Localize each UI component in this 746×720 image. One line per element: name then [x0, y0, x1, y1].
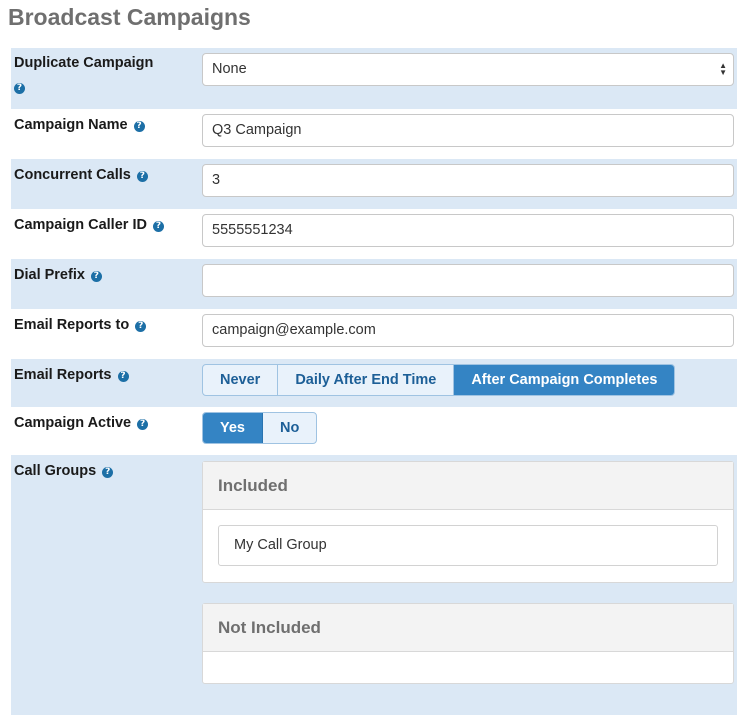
email-reports-to-input[interactable]: campaign@example.com: [202, 314, 734, 347]
included-call-group-item[interactable]: My Call Group: [218, 525, 718, 566]
help-icon[interactable]: ?: [152, 221, 164, 232]
not-included-panel: Not Included: [202, 603, 734, 684]
caller-id-value: 5555551234: [212, 222, 293, 238]
campaign-active-button-group: Yes No: [202, 412, 318, 444]
included-panel: Included My Call Group: [202, 461, 734, 583]
included-heading: Included: [203, 462, 733, 510]
dial-prefix-label-text: Dial Prefix: [14, 267, 85, 283]
duplicate-campaign-select[interactable]: None ▲ ▼: [202, 53, 734, 86]
concurrent-calls-label: Concurrent Calls?: [14, 167, 148, 183]
row-concurrent-calls: Concurrent Calls? 3: [11, 159, 737, 209]
duplicate-campaign-value: None: [212, 61, 247, 77]
campaign-name-label-text: Campaign Name: [14, 117, 128, 133]
row-email-reports: Email Reports? Never Daily After End Tim…: [11, 359, 737, 407]
row-caller-id: Campaign Caller ID? 5555551234: [11, 209, 737, 259]
duplicate-campaign-label-text: Duplicate Campaign: [14, 55, 154, 71]
help-icon[interactable]: ?: [117, 371, 129, 382]
email-reports-never-button[interactable]: Never: [203, 365, 279, 395]
help-icon[interactable]: ?: [102, 467, 114, 478]
campaign-active-label-text: Campaign Active: [14, 415, 132, 431]
help-icon[interactable]: ?: [14, 83, 25, 94]
row-call-groups: Call Groups? Included My Call Group Not …: [11, 455, 737, 715]
help-icon[interactable]: ?: [135, 321, 147, 332]
email-reports-label: Email Reports?: [14, 367, 129, 383]
email-reports-to-value: campaign@example.com: [212, 322, 376, 338]
concurrent-calls-input[interactable]: 3: [202, 164, 734, 197]
caller-id-label-text: Campaign Caller ID: [14, 217, 147, 233]
email-reports-label-text: Email Reports: [14, 367, 112, 383]
campaign-active-yes-button[interactable]: Yes: [203, 413, 263, 443]
row-email-reports-to: Email Reports to? campaign@example.com: [11, 309, 737, 359]
email-reports-button-group: Never Daily After End Time After Campaig…: [202, 364, 676, 396]
help-icon[interactable]: ?: [90, 271, 102, 282]
help-icon[interactable]: ?: [133, 121, 145, 132]
call-groups-label-text: Call Groups: [14, 463, 97, 479]
campaign-active-label: Campaign Active?: [14, 415, 149, 431]
call-groups-label: Call Groups?: [14, 463, 114, 479]
row-duplicate-campaign: Duplicate Campaign ? None ▲ ▼: [11, 48, 737, 109]
email-reports-to-label-text: Email Reports to: [14, 317, 130, 333]
duplicate-campaign-label: Duplicate Campaign: [14, 55, 153, 71]
select-arrows-icon: ▲ ▼: [719, 61, 727, 77]
campaign-name-value: Q3 Campaign: [212, 122, 302, 138]
row-dial-prefix: Dial Prefix?: [11, 259, 737, 309]
help-icon[interactable]: ?: [137, 419, 149, 430]
row-campaign-name: Campaign Name? Q3 Campaign: [11, 109, 737, 159]
email-reports-daily-button[interactable]: Daily After End Time: [278, 365, 455, 395]
caller-id-input[interactable]: 5555551234: [202, 214, 734, 247]
campaign-name-input[interactable]: Q3 Campaign: [202, 114, 734, 147]
email-reports-to-label: Email Reports to?: [14, 317, 147, 333]
not-included-heading: Not Included: [203, 604, 733, 652]
dial-prefix-input[interactable]: [202, 264, 734, 297]
email-reports-after-complete-button[interactable]: After Campaign Completes: [454, 365, 675, 395]
dial-prefix-label: Dial Prefix?: [14, 267, 102, 283]
row-campaign-active: Campaign Active? Yes No: [11, 407, 737, 455]
page-title: Broadcast Campaigns: [8, 4, 251, 30]
campaign-name-label: Campaign Name?: [14, 117, 145, 133]
caller-id-label: Campaign Caller ID?: [14, 217, 164, 233]
concurrent-calls-label-text: Concurrent Calls: [14, 167, 131, 183]
help-icon[interactable]: ?: [136, 171, 148, 182]
concurrent-calls-value: 3: [212, 172, 221, 188]
campaign-active-no-button[interactable]: No: [263, 413, 316, 443]
